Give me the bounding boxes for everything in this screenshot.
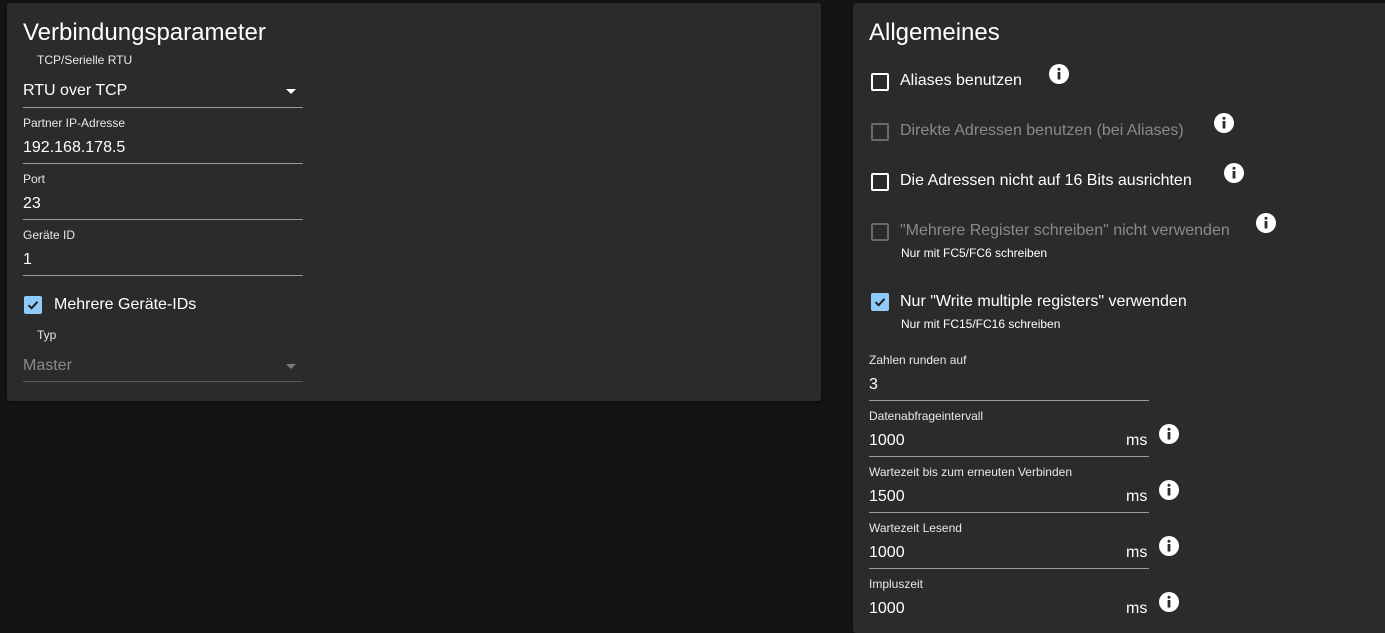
read-wait-underline: [869, 568, 1149, 569]
pulse-time-unit: ms: [1126, 600, 1148, 617]
connection-title: Verbindungsparameter: [23, 19, 266, 46]
no-multi-register-write-helper: Nur mit FC5/FC6 schreiben: [901, 246, 1048, 260]
no-16bit-align-label: Die Adressen nicht auf 16 Bits ausrichte…: [900, 172, 1192, 189]
round-underline: [869, 400, 1149, 401]
checkmark-icon: [27, 301, 39, 310]
connection-type-underline: [23, 107, 303, 108]
info-icon[interactable]: [1159, 424, 1179, 444]
checkmark-icon: [874, 298, 886, 307]
connection-type-select[interactable]: TCP/Serielle RTU RTU over TCP: [23, 51, 303, 109]
info-icon[interactable]: [1159, 480, 1179, 500]
port-label: Port: [23, 172, 46, 186]
read-wait-label: Wartezeit Lesend: [869, 521, 962, 535]
role-select[interactable]: Typ Master: [23, 326, 303, 384]
no-16bit-align-checkbox[interactable]: [871, 173, 889, 191]
reconnect-label: Wartezeit bis zum erneuten Verbinden: [869, 465, 1072, 479]
aliases-label: Aliases benutzen: [900, 72, 1022, 89]
device-id-underline: [23, 275, 303, 276]
connection-type-value: RTU over TCP: [23, 82, 128, 99]
info-icon[interactable]: [1049, 64, 1069, 84]
aliases-checkbox[interactable]: [871, 73, 889, 91]
poll-interval-unit: ms: [1126, 432, 1148, 449]
role-value: Master: [23, 357, 72, 374]
info-icon[interactable]: [1224, 163, 1244, 183]
ip-underline: [23, 163, 303, 164]
direct-addresses-checkbox[interactable]: [871, 123, 889, 141]
info-icon[interactable]: [1159, 592, 1179, 612]
ip-label: Partner IP-Adresse: [23, 116, 126, 130]
reconnect-input[interactable]: 1500: [869, 488, 905, 506]
port-underline: [23, 219, 303, 220]
poll-interval-input[interactable]: 1000: [869, 432, 905, 450]
write-multiple-registers-checkbox[interactable]: [871, 293, 889, 311]
pulse-time-label: Impluszeit: [869, 577, 924, 591]
reconnect-unit: ms: [1126, 488, 1148, 505]
device-id-label: Geräte ID: [23, 228, 76, 242]
pulse-time-input[interactable]: 1000: [869, 600, 905, 618]
round-label: Zahlen runden auf: [869, 353, 967, 367]
write-multiple-registers-helper: Nur mit FC15/FC16 schreiben: [901, 317, 1061, 331]
chevron-down-icon: [286, 89, 296, 94]
role-underline: [23, 381, 303, 382]
general-panel: Allgemeines Aliases benutzen Direkte Adr…: [853, 3, 1385, 633]
multi-ids-label: Mehrere Geräte-IDs: [54, 296, 197, 313]
connection-type-label: TCP/Serielle RTU: [37, 53, 133, 67]
reconnect-underline: [869, 512, 1149, 513]
read-wait-unit: ms: [1126, 544, 1148, 561]
no-multi-register-write-checkbox[interactable]: [871, 223, 889, 241]
poll-interval-underline: [869, 456, 1149, 457]
chevron-down-icon: [286, 364, 296, 369]
direct-addresses-label: Direkte Adressen benutzen (bei Aliases): [900, 122, 1184, 139]
no-multi-register-write-label: "Mehrere Register schreiben" nicht verwe…: [900, 222, 1230, 239]
info-icon[interactable]: [1256, 213, 1276, 233]
role-label: Typ: [37, 328, 57, 342]
write-multiple-registers-label: Nur "Write multiple registers" verwenden: [900, 293, 1187, 310]
info-icon[interactable]: [1214, 113, 1234, 133]
read-wait-input[interactable]: 1000: [869, 544, 905, 562]
info-icon[interactable]: [1159, 536, 1179, 556]
ip-input[interactable]: 192.168.178.5: [23, 139, 125, 157]
general-title: Allgemeines: [869, 19, 1000, 46]
device-id-input[interactable]: 1: [23, 251, 32, 269]
round-input[interactable]: 3: [869, 376, 878, 394]
poll-interval-label: Datenabfrageintervall: [869, 409, 984, 423]
multi-ids-checkbox[interactable]: [24, 296, 42, 314]
connection-panel: Verbindungsparameter TCP/Serielle RTU RT…: [7, 3, 821, 401]
port-input[interactable]: 23: [23, 195, 41, 213]
